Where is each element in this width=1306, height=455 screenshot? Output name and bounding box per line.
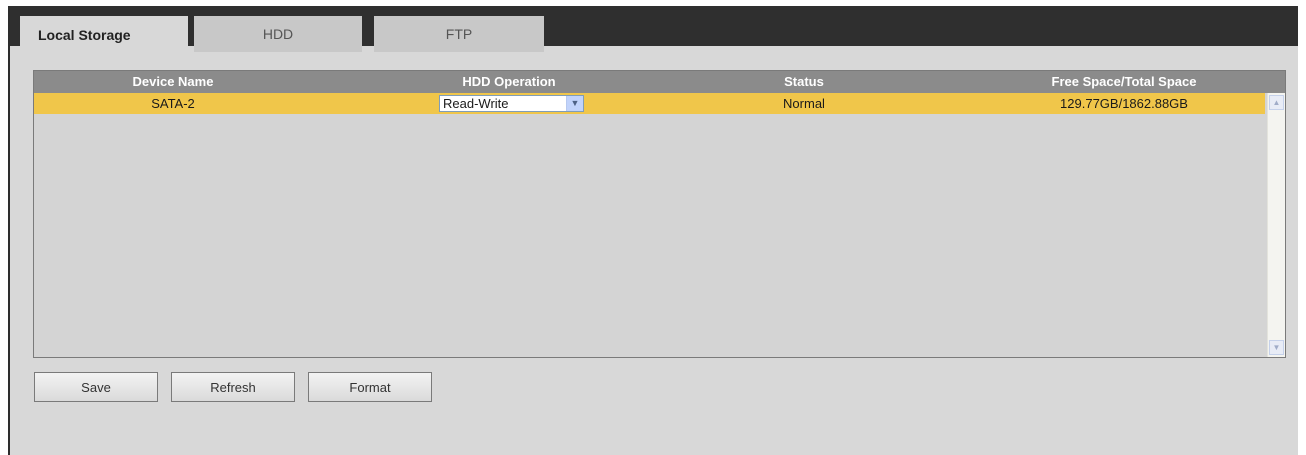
chevron-down-icon[interactable]: ▼ — [566, 96, 583, 111]
space-cell: 129.77GB/1862.88GB — [1060, 96, 1188, 111]
column-status: Status — [784, 74, 824, 89]
save-button[interactable]: Save — [34, 372, 158, 402]
vertical-scrollbar[interactable]: ▲ ▼ — [1267, 93, 1285, 357]
device-name-cell: SATA-2 — [151, 96, 195, 111]
refresh-button[interactable]: Refresh — [171, 372, 295, 402]
hdd-operation-value: Read-Write — [443, 96, 509, 111]
hdd-operation-select[interactable]: Read-Write ▼ — [439, 95, 584, 112]
storage-panel: Local Storage HDD FTP Device Name HDD Op… — [8, 6, 1298, 455]
column-hdd-operation: HDD Operation — [462, 74, 556, 89]
tab-hdd[interactable]: HDD — [194, 16, 362, 52]
column-device-name: Device Name — [132, 74, 214, 89]
arrow-down-icon[interactable]: ▼ — [1269, 340, 1284, 355]
tab-ftp[interactable]: FTP — [374, 16, 544, 52]
table-header: Device Name HDD Operation Status Free Sp… — [34, 71, 1285, 93]
column-free-total-space: Free Space/Total Space — [1051, 74, 1197, 89]
tab-local-storage[interactable]: Local Storage — [20, 16, 188, 54]
format-button[interactable]: Format — [308, 372, 432, 402]
window: Local Storage HDD FTP Device Name HDD Op… — [0, 0, 1306, 455]
arrow-up-icon[interactable]: ▲ — [1269, 95, 1284, 110]
status-cell: Normal — [783, 96, 825, 111]
hdd-table: Device Name HDD Operation Status Free Sp… — [33, 70, 1286, 358]
table-row[interactable]: SATA-2 Read-Write ▼ Normal 129.77GB/1862… — [34, 93, 1265, 114]
